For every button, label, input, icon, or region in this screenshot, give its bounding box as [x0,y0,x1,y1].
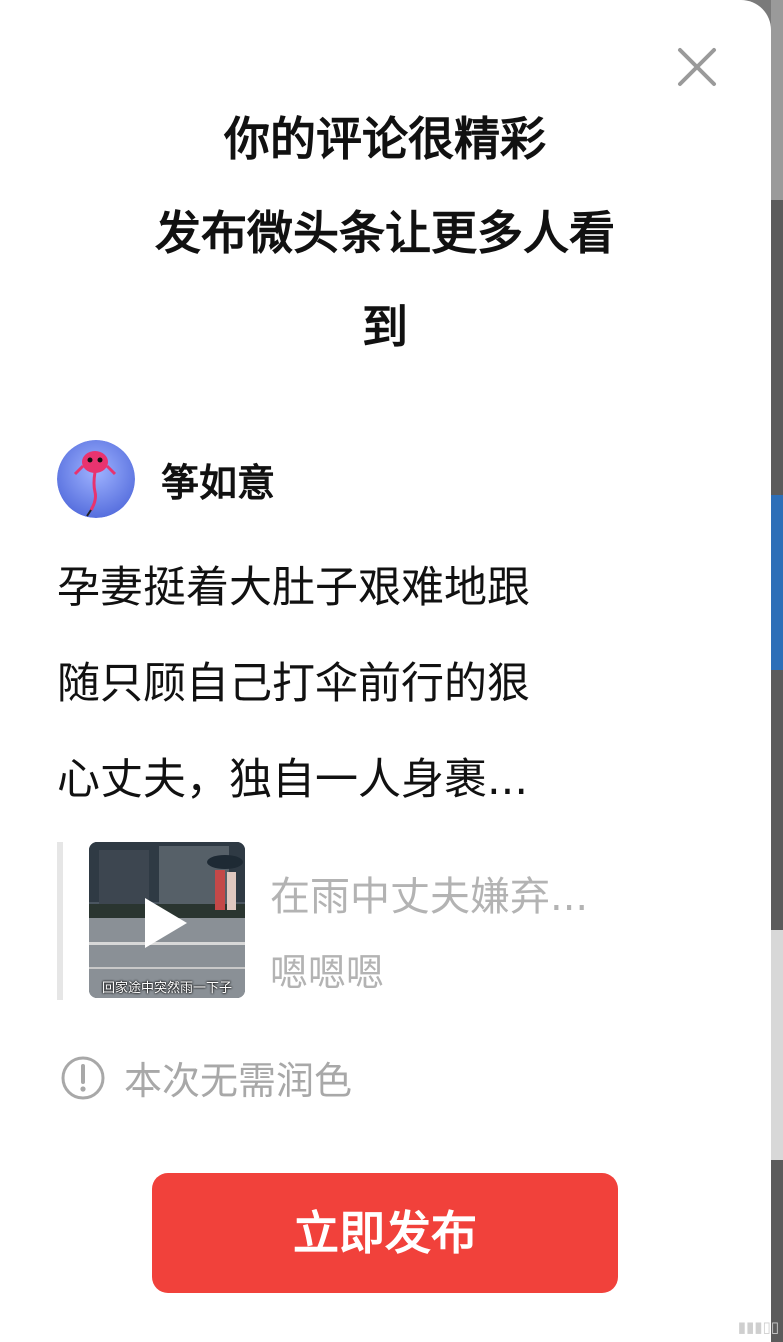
video-author: 嗯嗯嗯 [270,951,385,995]
comment-line-1: 孕妻挺着大肚子艰难地跟 [57,563,530,613]
video-thumbnail[interactable]: 回家途中突然雨一下子 [89,842,245,998]
comment-line-2: 随只顾自己打伞前行的狠 [57,659,530,709]
avatar [57,440,135,518]
info-icon [61,1056,105,1099]
close-icon [678,48,716,86]
dialog-title-line-2: 发布微头条让更多人看 [155,206,615,260]
comment-text: 孕妻挺着大肚子艰难地跟 随只顾自己打伞前行的狠 心丈夫，独自一人身裹... [57,540,697,828]
publish-button[interactable]: 立即发布 [152,1173,618,1293]
video-thumbnail-image [89,842,245,998]
author-row: 筝如意 [57,440,275,518]
dialog-title-line-1: 你的评论很精彩 [224,112,546,166]
background-light-area [771,0,783,200]
dialog-title-line-3: 到 [362,300,408,354]
author-name: 筝如意 [161,460,276,505]
notice-text: 本次无需润色 [124,1059,353,1103]
video-title: 在雨中丈夫嫌弃... [270,874,589,920]
polish-notice: 本次无需润色 [60,1050,352,1105]
comment-line-3: 心丈夫，独自一人身裹... [57,755,529,805]
status-indicator: ▮▮▮▯▯ [737,1318,779,1336]
kite-avatar-icon [57,440,135,518]
background-blue-area [771,495,783,670]
dialog-title: 你的评论很精彩 发布微头条让更多人看 到 [40,92,730,374]
quoted-video-card[interactable]: 回家途中突然雨一下子 在雨中丈夫嫌弃... 嗯嗯嗯 [57,842,717,1000]
close-button[interactable] [668,38,726,96]
background-white-area [771,930,783,1160]
quote-bar [57,842,63,1000]
publish-dialog: 你的评论很精彩 发布微头条让更多人看 到 筝如意 孕妻挺着大肚子艰难地跟 随只顾… [0,0,771,1342]
background-strip [771,0,783,1342]
video-thumbnail-caption: 回家途中突然雨一下子 [101,981,232,996]
